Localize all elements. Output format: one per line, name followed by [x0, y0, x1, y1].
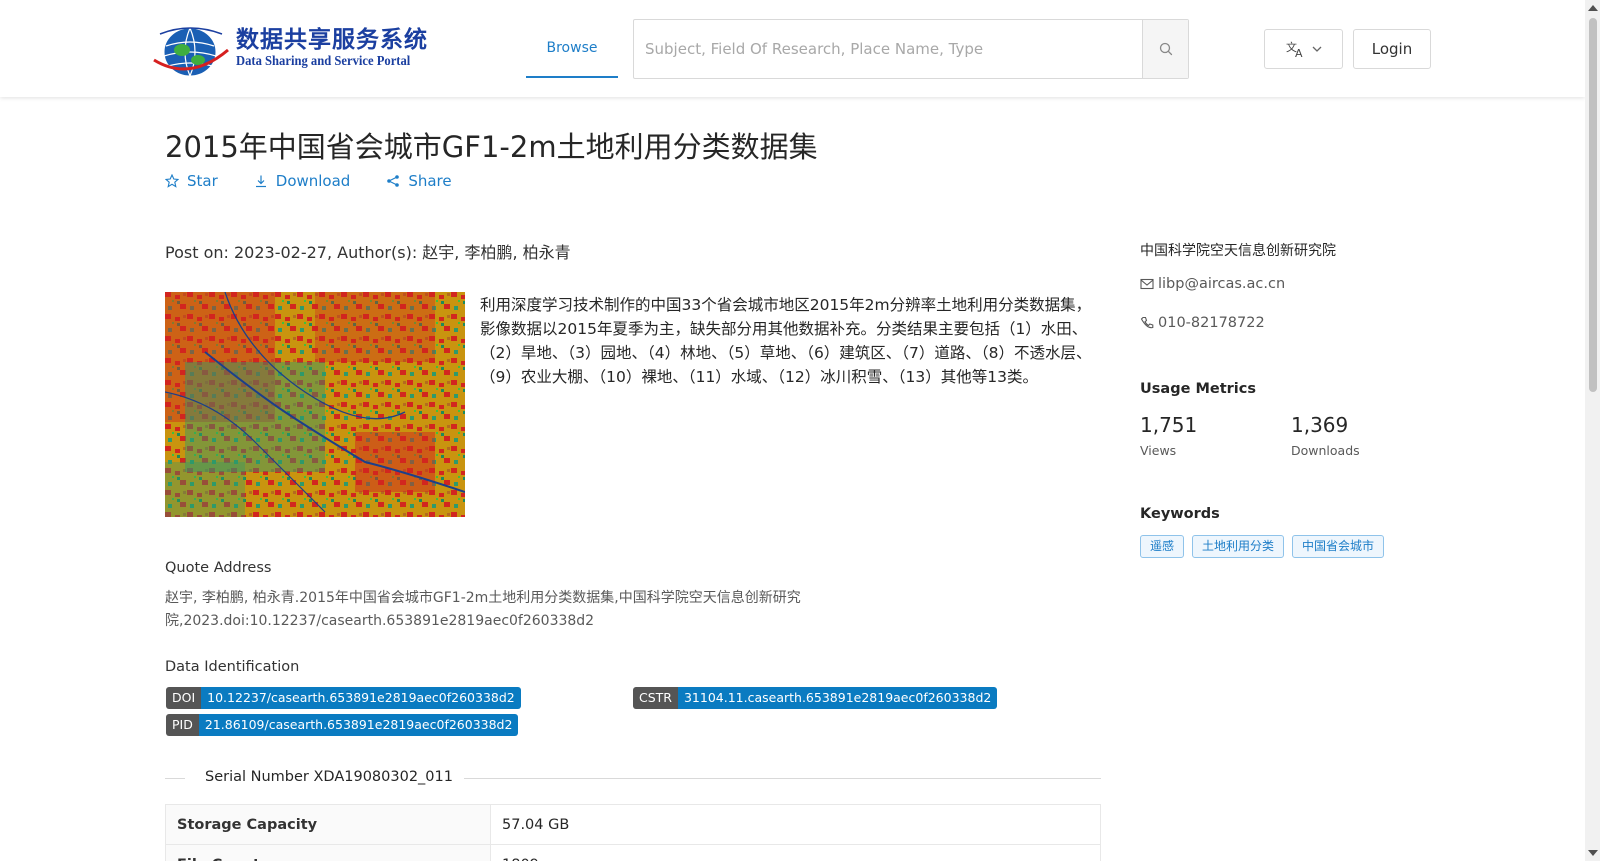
storage-capacity-value: 57.04 GB: [490, 804, 1101, 845]
share-label: Share: [408, 172, 452, 190]
table-row: Storage Capacity 57.04 GB: [165, 804, 1101, 845]
contact-email-text: libp@aircas.ac.cn: [1158, 276, 1286, 292]
download-button[interactable]: Download: [254, 172, 351, 190]
keyword-tags: 遥感 土地利用分类 中国省会城市: [1140, 535, 1385, 558]
doi-badge-value: 10.12237/casearth.653891e2819aec0f260338…: [201, 687, 521, 709]
serial-number-divider: Serial Number XDA19080302_011: [165, 769, 1101, 785]
table-row: File Count 1809: [165, 844, 1101, 861]
views-label: Views: [1140, 443, 1177, 458]
scroll-up-arrow-icon[interactable]: [1588, 5, 1598, 11]
top-header: 数据共享服务系统 Data Sharing and Service Portal…: [0, 0, 1585, 97]
download-icon: [255, 175, 266, 188]
cstr-badge[interactable]: CSTR 31104.11.casearth.653891e2819aec0f2…: [633, 687, 998, 709]
divider-line-right: [464, 778, 1101, 779]
logo-english-text: Data Sharing and Service Portal: [236, 54, 411, 69]
star-button[interactable]: Star: [165, 172, 218, 190]
keyword-tag[interactable]: 中国省会城市: [1292, 535, 1385, 558]
globe-logo-icon: [153, 27, 229, 77]
page-scrollbar[interactable]: [1585, 0, 1600, 861]
storage-capacity-key: Storage Capacity: [165, 804, 491, 845]
search-icon: [1159, 42, 1172, 56]
keyword-tag[interactable]: 遥感: [1140, 535, 1185, 558]
file-count-key: File Count: [165, 844, 491, 861]
doi-badge[interactable]: DOI 10.12237/casearth.653891e2819aec0f26…: [166, 687, 521, 709]
cstr-badge-key: CSTR: [633, 687, 678, 709]
pid-badge-value: 21.86109/casearth.653891e2819aec0f260338…: [198, 714, 519, 736]
quote-address-label: Quote Address: [165, 560, 272, 576]
pid-badge[interactable]: PID 21.86109/casearth.653891e2819aec0f26…: [166, 714, 519, 736]
share-icon: [387, 175, 400, 187]
chevron-down-icon: [1312, 46, 1321, 52]
download-label: Download: [275, 172, 351, 190]
scroll-down-arrow-icon[interactable]: [1588, 850, 1598, 856]
login-button[interactable]: Login: [1353, 29, 1431, 69]
views-count: 1,751: [1140, 413, 1198, 437]
file-count-value: 1809: [490, 844, 1101, 861]
cstr-badge-value: 31104.11.casearth.653891e2819aec0f260338…: [677, 687, 998, 709]
search-box: [633, 19, 1189, 79]
dataset-description: 利用深度学习技术制作的中国33个省会城市地区2015年2m分辨率土地利用分类数据…: [480, 296, 1092, 386]
portal-logo[interactable]: 数据共享服务系统 Data Sharing and Service Portal: [152, 18, 437, 80]
search-button[interactable]: [1142, 20, 1188, 78]
pid-badge-key: PID: [166, 714, 199, 736]
usage-metrics-title: Usage Metrics: [1140, 381, 1256, 397]
translate-icon: 文 A: [1286, 40, 1303, 58]
doi-badge-key: DOI: [166, 687, 202, 709]
dataset-info-table: Storage Capacity 57.04 GB File Count 180…: [165, 804, 1101, 861]
contact-phone-text: 010-82178722: [1158, 315, 1265, 331]
downloads-count: 1,369: [1291, 413, 1349, 437]
language-switch-button[interactable]: 文 A: [1264, 29, 1343, 69]
contact-phone: 010-82178722: [1140, 315, 1265, 331]
dataset-actions: Star Download Share: [165, 172, 452, 190]
search-input[interactable]: [634, 20, 1143, 78]
data-identification-label: Data Identification: [165, 659, 300, 675]
share-button[interactable]: Share: [386, 172, 452, 190]
mail-icon: [1140, 278, 1154, 290]
divider-line-left: [165, 778, 185, 779]
star-icon: [165, 174, 179, 188]
contact-email[interactable]: libp@aircas.ac.cn: [1140, 276, 1285, 292]
post-meta: Post on: 2023-02-27, Author(s): 赵宇, 李柏鹏,…: [165, 243, 571, 262]
keywords-title: Keywords: [1140, 506, 1220, 522]
svg-text:A: A: [1295, 47, 1303, 58]
keyword-tag[interactable]: 土地利用分类: [1192, 535, 1285, 558]
star-label: Star: [187, 172, 218, 190]
nav-browse[interactable]: Browse: [526, 0, 618, 78]
dataset-thumbnail-image[interactable]: [165, 292, 465, 517]
dataset-title: 2015年中国省会城市GF1-2m土地利用分类数据集: [165, 130, 818, 164]
contact-organization: 中国科学院空天信息创新研究院: [1140, 243, 1336, 259]
quote-address-text: 赵宇, 李柏鹏, 柏永青.2015年中国省会城市GF1-2m土地利用分类数据集,…: [165, 590, 801, 629]
downloads-label: Downloads: [1291, 443, 1360, 458]
logo-chinese-text: 数据共享服务系统: [236, 27, 428, 53]
serial-number: Serial Number XDA19080302_011: [205, 769, 453, 785]
scrollbar-thumb[interactable]: [1589, 18, 1597, 392]
phone-icon: [1140, 316, 1154, 329]
